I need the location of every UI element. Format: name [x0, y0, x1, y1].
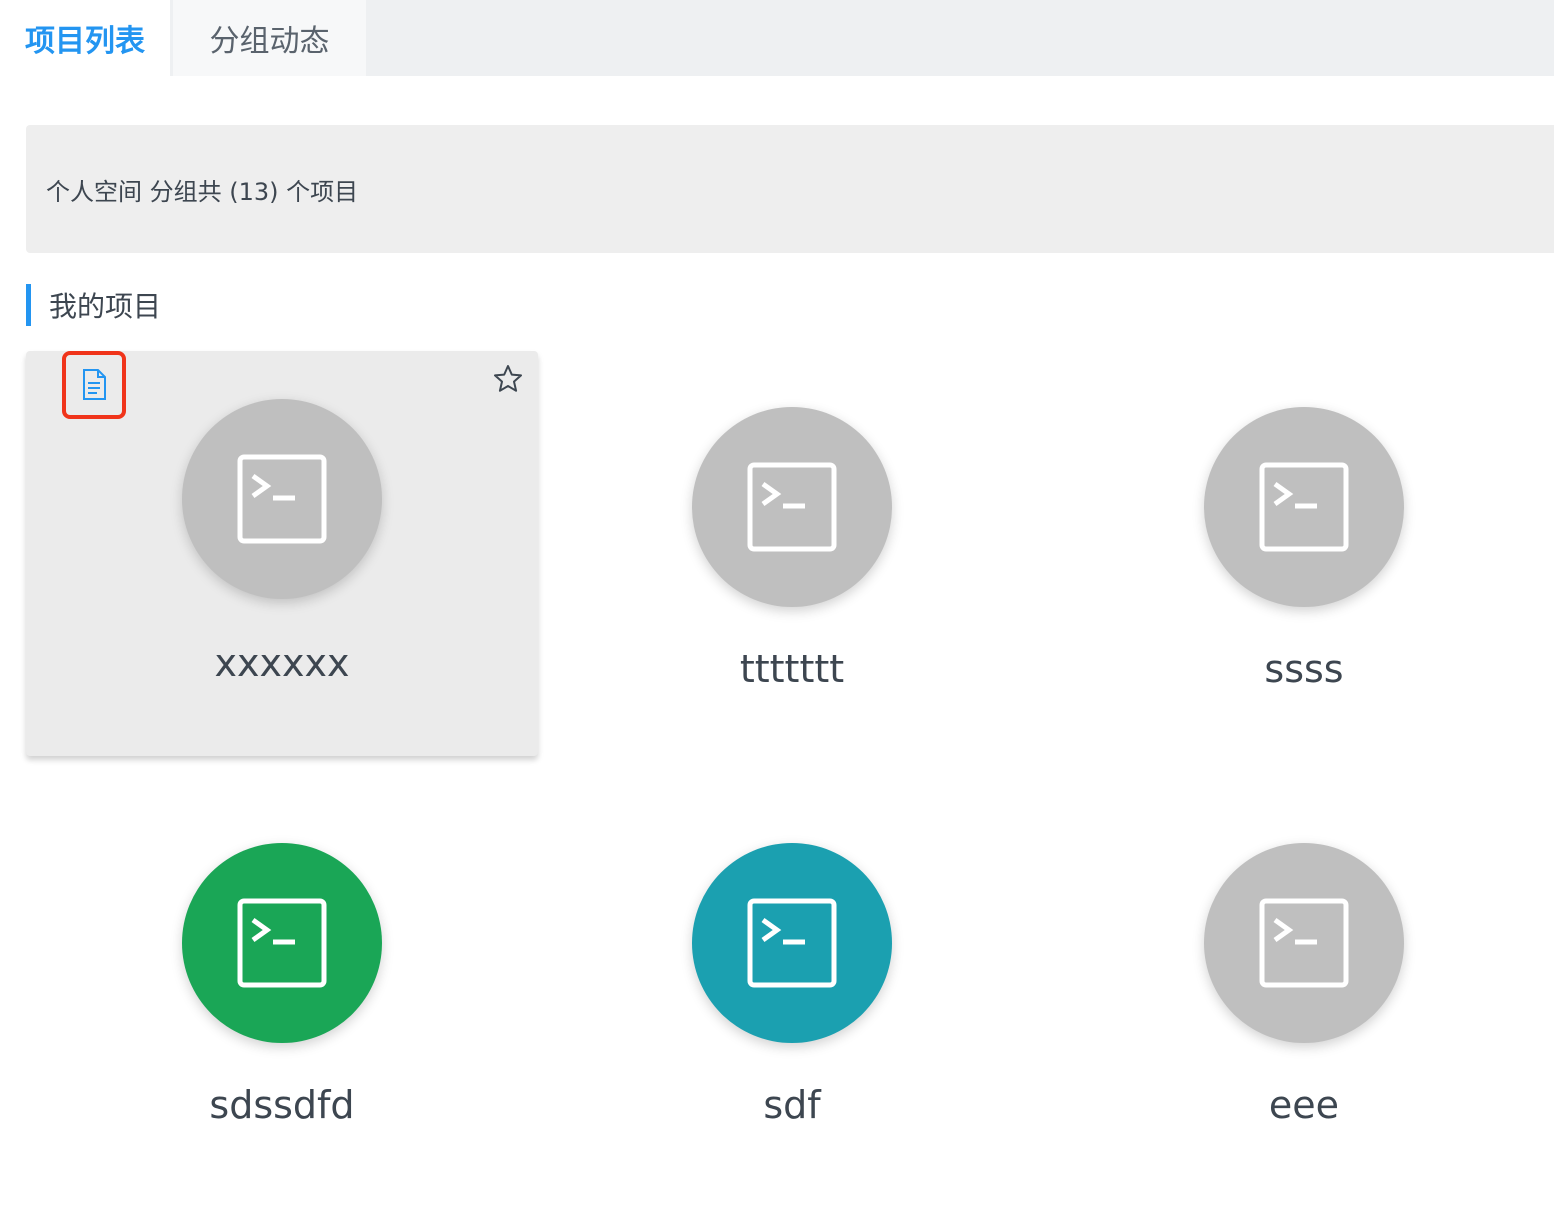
- project-name[interactable]: ssss: [1048, 647, 1554, 691]
- project-logo: [692, 407, 892, 607]
- project-logo: [1204, 843, 1404, 1043]
- terminal-icon: [747, 898, 837, 988]
- project-logo: [182, 399, 382, 599]
- document-icon: [83, 369, 106, 400]
- project-card-xxxxxx[interactable]: xxxxxx: [26, 351, 538, 756]
- project-card-sdssdfd[interactable]: sdssdfd: [26, 795, 538, 1200]
- project-logo: [182, 843, 382, 1043]
- tab-group-activity[interactable]: 分组动态: [173, 0, 366, 76]
- group-info-bar: 个人空间 分组共 (13) 个项目: [26, 125, 1554, 253]
- project-card-sdf[interactable]: sdf: [536, 795, 1048, 1200]
- terminal-icon: [237, 898, 327, 988]
- tab-bar: 项目列表 分组动态: [0, 0, 1554, 76]
- group-info-text: 个人空间 分组共 (13) 个项目: [46, 177, 359, 206]
- project-logo: [692, 843, 892, 1043]
- section-title: 我的项目: [26, 284, 161, 326]
- tab-project-list[interactable]: 项目列表: [0, 0, 170, 76]
- project-name[interactable]: eee: [1048, 1083, 1554, 1127]
- star-icon[interactable]: [492, 363, 524, 395]
- project-card-ssss[interactable]: ssss: [1048, 359, 1554, 764]
- project-card-ttttttt[interactable]: ttttttt: [536, 359, 1048, 764]
- project-name[interactable]: ttttttt: [536, 647, 1048, 691]
- project-doc-button[interactable]: [62, 351, 126, 419]
- terminal-icon: [1259, 898, 1349, 988]
- terminal-icon: [1259, 462, 1349, 552]
- project-name[interactable]: sdf: [536, 1083, 1048, 1127]
- project-name[interactable]: xxxxxx: [26, 641, 538, 685]
- project-name[interactable]: sdssdfd: [26, 1083, 538, 1127]
- project-card-eee[interactable]: eee: [1048, 795, 1554, 1200]
- project-logo: [1204, 407, 1404, 607]
- terminal-icon: [237, 454, 327, 544]
- terminal-icon: [747, 462, 837, 552]
- section-title-text: 我的项目: [49, 290, 162, 323]
